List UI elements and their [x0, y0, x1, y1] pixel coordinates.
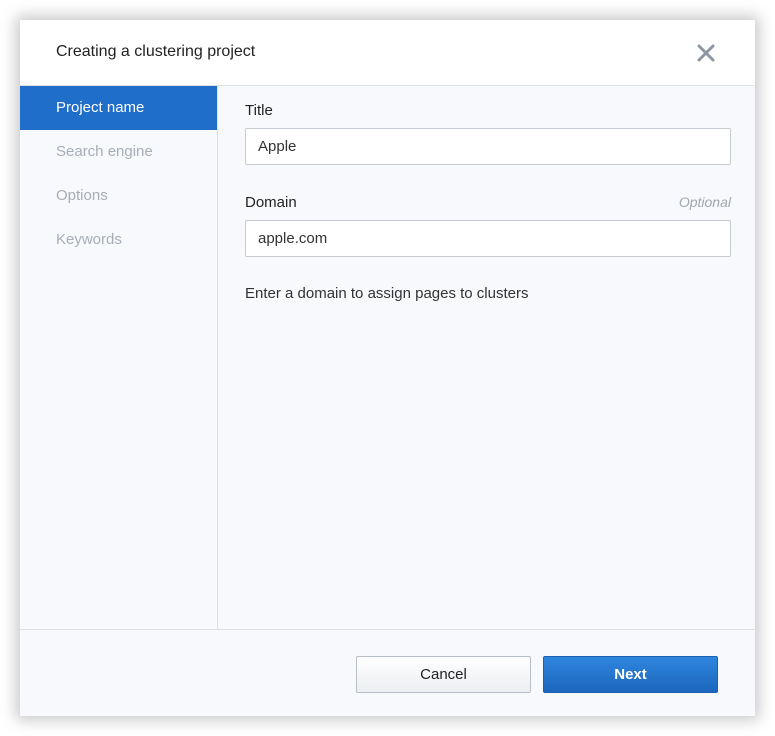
next-button[interactable]: Next [543, 656, 718, 693]
dialog-title: Creating a clustering project [56, 43, 256, 60]
step-project-name[interactable]: Project name [20, 86, 217, 130]
form-content: Title Domain Optional Enter a domain to … [218, 86, 755, 629]
domain-label: Domain [245, 194, 297, 211]
close-icon[interactable] [695, 42, 717, 64]
dialog-footer: Cancel Next [20, 629, 755, 716]
steps-sidebar: Project name Search engine Options Keywo… [20, 86, 218, 629]
step-keywords[interactable]: Keywords [20, 218, 217, 262]
cancel-button[interactable]: Cancel [356, 656, 531, 693]
step-options[interactable]: Options [20, 174, 217, 218]
domain-hint: Enter a domain to assign pages to cluste… [245, 285, 529, 302]
dialog-header: Creating a clustering project [20, 20, 755, 86]
optional-label: Optional [678, 194, 731, 210]
domain-input[interactable] [245, 220, 731, 257]
title-input[interactable] [245, 128, 731, 165]
title-label: Title [245, 102, 273, 119]
step-search-engine[interactable]: Search engine [20, 130, 217, 174]
create-project-dialog: Creating a clustering project Project na… [20, 20, 755, 716]
